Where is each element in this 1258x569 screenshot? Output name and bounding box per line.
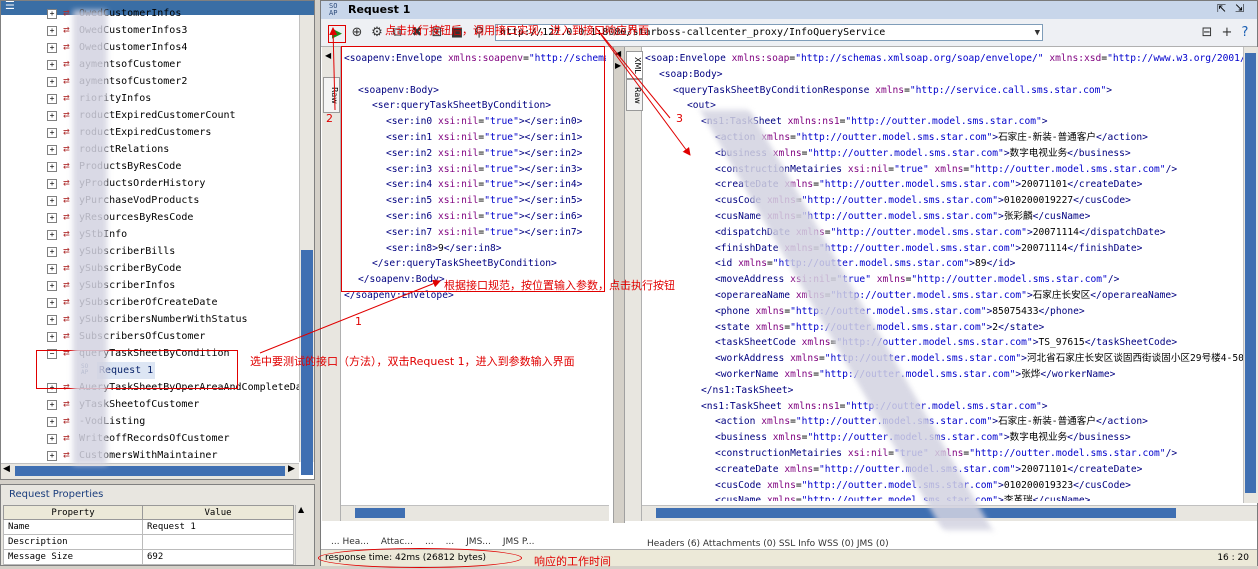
- arrow-step-2: [329, 27, 338, 111]
- privacy-blur-tree: [73, 10, 107, 465]
- arrow-step-3: [595, 27, 691, 156]
- arrow-step-1: [259, 279, 441, 354]
- arrow-step-3b: [595, 27, 671, 119]
- annotation-arrows: [259, 27, 691, 354]
